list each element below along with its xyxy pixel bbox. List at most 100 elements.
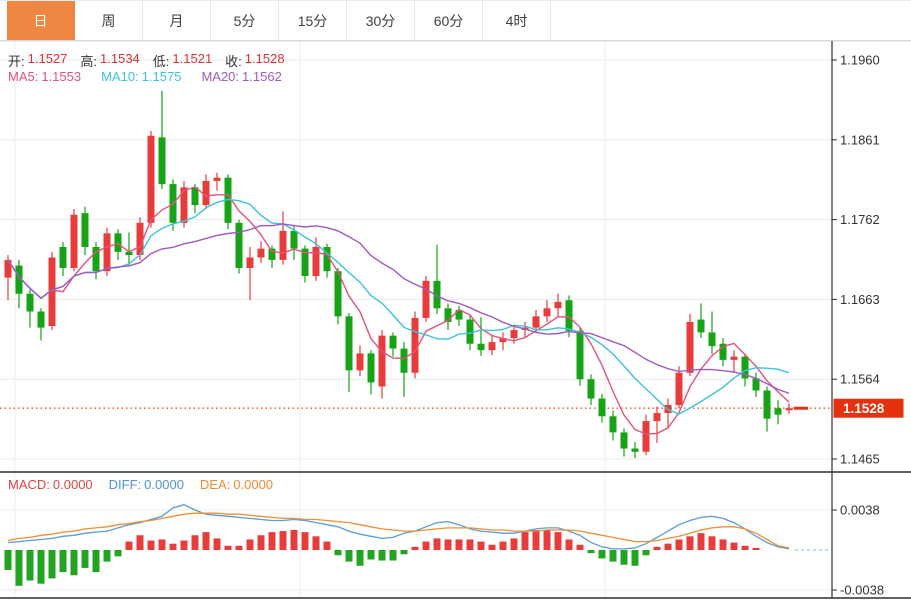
macd-histogram-bar <box>610 550 617 562</box>
macd-histogram-bar <box>16 550 23 586</box>
candle <box>511 330 518 338</box>
ma10-line <box>8 199 789 414</box>
candle <box>104 233 111 271</box>
candle <box>599 399 606 417</box>
macd-histogram-bar <box>49 550 56 578</box>
ma5-label: MA5: <box>8 69 38 84</box>
macd-histogram-bar <box>544 530 551 550</box>
macd-histogram-bar <box>753 548 760 550</box>
candle <box>731 357 738 360</box>
macd-histogram-bar <box>247 539 254 550</box>
tab-4hour[interactable]: 4时 <box>483 1 551 40</box>
macd-histogram-bar <box>588 550 595 553</box>
ma-readout: MA5:1.1553 MA10:1.1575 MA20:1.1562 <box>8 69 282 84</box>
low-label: 低: <box>153 51 170 70</box>
candle <box>313 247 320 276</box>
tab-day[interactable]: 日 <box>7 1 75 40</box>
close-value: 1.1528 <box>245 51 285 70</box>
high-value: 1.1534 <box>100 51 140 70</box>
macd-histogram-bar <box>445 539 452 550</box>
tab-15min[interactable]: 15分 <box>279 1 347 40</box>
macd-histogram-bar <box>192 535 199 550</box>
tab-5min[interactable]: 5分 <box>211 1 279 40</box>
macd-histogram-bar <box>456 539 463 550</box>
macd-histogram-bar <box>720 539 727 550</box>
trading-chart-app: 1.19601.18611.17621.16631.15641.14650.00… <box>0 0 911 606</box>
macd-histogram-bar <box>577 545 584 550</box>
candle <box>38 311 45 327</box>
tab-week[interactable]: 周 <box>75 1 143 40</box>
candle <box>775 408 782 414</box>
ma5-line <box>8 187 789 434</box>
macd-histogram-bar <box>335 550 342 555</box>
macd-label: MACD: <box>8 477 50 492</box>
candle <box>60 247 67 268</box>
candle <box>489 342 496 350</box>
macd-histogram-bar <box>93 550 100 572</box>
candle <box>610 416 617 432</box>
macd-readout: MACD:0.0000 DIFF:0.0000 DEA:0.0000 <box>8 477 273 492</box>
candle <box>346 316 353 370</box>
tab-30min[interactable]: 30分 <box>347 1 415 40</box>
macd-histogram-bar <box>126 542 133 550</box>
open-value: 1.1527 <box>28 51 68 70</box>
tab-month[interactable]: 月 <box>143 1 211 40</box>
macd-histogram-bar <box>104 550 111 562</box>
ma10-value: 1.1575 <box>142 69 182 84</box>
candle <box>709 332 716 346</box>
candle <box>258 249 265 258</box>
macd-histogram-bar <box>302 532 309 550</box>
candle <box>214 178 221 181</box>
macd-histogram-bar <box>467 539 474 550</box>
macd-histogram-bar <box>643 550 650 555</box>
macd-histogram-bar <box>390 550 397 561</box>
candle <box>654 413 661 421</box>
macd-histogram-bar <box>687 536 694 550</box>
candlestick-chart-canvas[interactable]: 1.19601.18611.17621.16631.15641.14650.00… <box>0 0 911 606</box>
candle <box>236 223 243 268</box>
macd-histogram-bar <box>621 550 628 565</box>
ma5-value: 1.1553 <box>41 69 81 84</box>
low-value: 1.1521 <box>172 51 212 70</box>
macd-histogram-bar <box>159 539 166 550</box>
close-label: 收: <box>225 51 242 70</box>
macd-histogram-bar <box>412 547 419 550</box>
y-axis-label: 1.1465 <box>840 452 880 467</box>
macd-histogram-bar <box>709 536 716 550</box>
candle <box>71 215 78 268</box>
candle <box>478 344 485 350</box>
macd-histogram-bar <box>148 541 155 550</box>
macd-histogram-bar <box>60 550 67 572</box>
candle <box>698 320 705 333</box>
macd-histogram-bar <box>566 539 573 550</box>
candle <box>115 233 122 252</box>
tab-60min[interactable]: 60分 <box>415 1 483 40</box>
macd-histogram-bar <box>654 547 661 550</box>
candle <box>577 331 584 379</box>
macd-histogram-bar <box>599 550 606 558</box>
macd-histogram-bar <box>423 542 430 550</box>
macd-histogram-bar <box>676 539 683 550</box>
macd-histogram-bar <box>489 545 496 550</box>
macd-histogram-bar <box>357 550 364 566</box>
macd-histogram-bar <box>522 532 529 550</box>
macd-histogram-bar <box>38 550 45 584</box>
timeframe-tabs: 日周月5分15分30分60分4时 <box>0 0 911 41</box>
macd-histogram-bar <box>324 542 331 550</box>
y-axis-label: 1.1960 <box>840 53 880 68</box>
candle <box>621 432 628 448</box>
diff-value: 0.0000 <box>144 477 184 492</box>
candle <box>280 231 287 260</box>
candle <box>632 449 639 452</box>
candle <box>676 373 683 405</box>
ma20-label: MA20: <box>201 69 239 84</box>
candle <box>566 300 573 331</box>
candle <box>148 136 155 223</box>
diff-label: DIFF: <box>109 477 142 492</box>
dea-value: 0.0000 <box>233 477 273 492</box>
macd-histogram-bar <box>555 532 562 550</box>
y-axis-label: -0.0038 <box>840 583 884 598</box>
y-axis-label: 1.1762 <box>840 212 880 227</box>
macd-histogram-bar <box>280 531 287 550</box>
candle <box>368 353 375 382</box>
